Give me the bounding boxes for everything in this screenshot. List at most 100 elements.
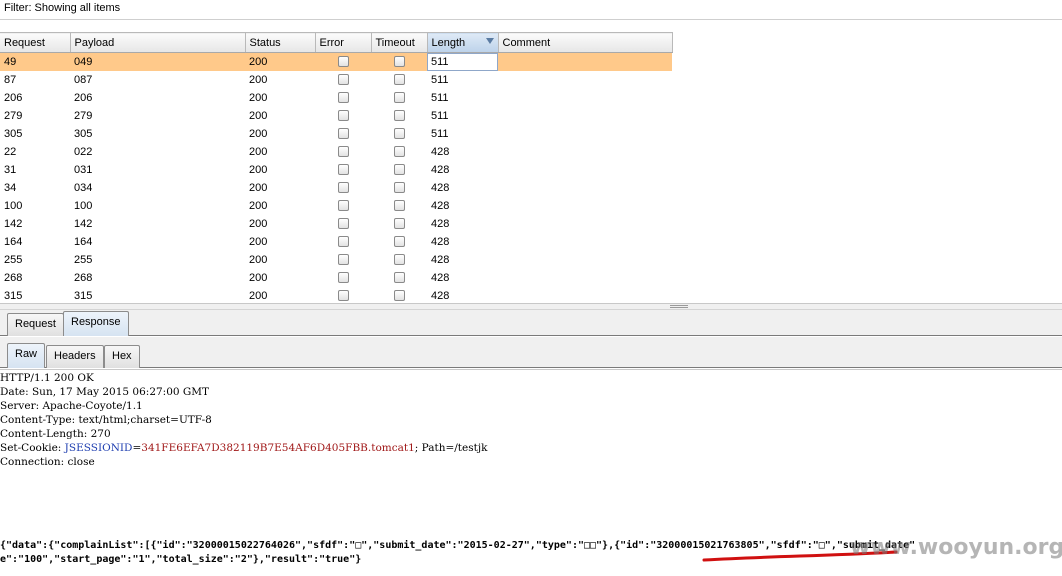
tab-request[interactable]: Request — [7, 313, 64, 336]
tab-response[interactable]: Response — [63, 311, 129, 336]
cell-status: 200 — [249, 199, 268, 212]
table-row[interactable]: 268 268 200 428 — [0, 269, 672, 287]
column-header-length-label: Length — [431, 36, 466, 49]
timeout-checkbox[interactable] — [393, 218, 405, 230]
response-status-line: HTTP/1.1 200 OK — [0, 372, 94, 384]
cell-timeout — [371, 161, 427, 179]
cell-error — [315, 71, 371, 89]
timeout-checkbox[interactable] — [393, 254, 405, 266]
column-header-comment[interactable]: Comment — [498, 32, 673, 53]
timeout-checkbox[interactable] — [393, 110, 405, 122]
timeout-checkbox[interactable] — [393, 182, 405, 194]
cell-timeout — [371, 269, 427, 287]
error-checkbox[interactable] — [337, 74, 349, 86]
tab-headers[interactable]: Headers — [46, 345, 104, 368]
table-row[interactable]: 305 305 200 511 — [0, 125, 672, 143]
cell-status: 200 — [249, 235, 268, 248]
splitter-grip-icon[interactable] — [670, 305, 688, 308]
column-header-length[interactable]: Length — [427, 32, 499, 53]
timeout-checkbox[interactable] — [393, 74, 405, 86]
filter-label: Filter: Showing all items — [4, 2, 121, 14]
cell-status: 200 — [249, 289, 268, 302]
cell-timeout — [371, 143, 427, 161]
timeout-checkbox[interactable] — [393, 146, 405, 158]
column-header-status[interactable]: Status — [245, 32, 316, 53]
error-checkbox[interactable] — [337, 92, 349, 104]
tab-raw[interactable]: Raw — [7, 343, 46, 368]
cell-status: 200 — [249, 253, 268, 266]
cell-request: 31 — [4, 163, 17, 176]
column-header-error[interactable]: Error — [315, 32, 372, 53]
error-checkbox[interactable] — [337, 56, 349, 68]
cell-length: 511 — [431, 109, 449, 122]
table-row[interactable]: 87 087 200 511 — [0, 71, 672, 89]
error-checkbox[interactable] — [337, 128, 349, 140]
table-row[interactable]: 255 255 200 428 — [0, 251, 672, 269]
timeout-checkbox[interactable] — [393, 92, 405, 104]
filter-bar[interactable]: Filter: Showing all items — [0, 0, 1062, 20]
cell-error — [315, 52, 371, 71]
cell-status: 200 — [245, 52, 315, 71]
cell-length: 511 — [431, 91, 449, 104]
error-checkbox[interactable] — [337, 146, 349, 158]
cell-error — [315, 107, 371, 125]
timeout-checkbox[interactable] — [393, 236, 405, 248]
table-row[interactable]: 31 031 200 428 — [0, 161, 672, 179]
tab-hex[interactable]: Hex — [104, 345, 140, 368]
table-row[interactable]: 164 164 200 428 — [0, 233, 672, 251]
table-row[interactable]: 315 315 200 428 — [0, 287, 672, 304]
cell-status: 200 — [249, 91, 268, 104]
table-row[interactable]: 100 100 200 428 — [0, 197, 672, 215]
cell-comment — [498, 269, 672, 287]
table-row[interactable]: 49 049 200 511 — [0, 52, 672, 71]
timeout-checkbox[interactable] — [393, 56, 405, 68]
response-header-set-cookie: Set-Cookie: JSESSIONID=341FE6EFA7D382119… — [0, 441, 487, 455]
cookie-value: 341FE6EFA7D382119B7E54AF6D405FBB.tomcat1 — [141, 442, 415, 454]
timeout-checkbox[interactable] — [393, 128, 405, 140]
timeout-checkbox[interactable] — [393, 200, 405, 212]
cell-status: 200 — [249, 217, 268, 230]
cell-length: 511 — [431, 73, 449, 86]
cell-status: 200 — [249, 271, 268, 284]
error-checkbox[interactable] — [337, 218, 349, 230]
sort-descending-icon — [485, 38, 494, 44]
cell-error — [315, 233, 371, 251]
column-header-request[interactable]: Request — [0, 32, 71, 53]
table-row[interactable]: 206 206 200 511 — [0, 89, 672, 107]
timeout-checkbox[interactable] — [393, 290, 405, 302]
error-checkbox[interactable] — [337, 290, 349, 302]
cell-payload: 034 — [74, 181, 93, 194]
error-checkbox[interactable] — [337, 182, 349, 194]
cell-status: 200 — [249, 109, 268, 122]
column-header-payload[interactable]: Payload — [70, 32, 246, 53]
error-checkbox[interactable] — [337, 200, 349, 212]
cell-request: 279 — [4, 109, 23, 122]
table-row[interactable]: 279 279 200 511 — [0, 107, 672, 125]
cell-error — [315, 215, 371, 233]
timeout-checkbox[interactable] — [393, 164, 405, 176]
cell-payload: 100 — [74, 199, 93, 212]
cookie-prefix: Set-Cookie: — [0, 442, 65, 454]
cell-length: 511 — [431, 127, 449, 140]
cell-payload: 206 — [74, 91, 93, 104]
cell-comment — [498, 125, 672, 143]
cell-error — [315, 269, 371, 287]
error-checkbox[interactable] — [337, 254, 349, 266]
table-row[interactable]: 142 142 200 428 — [0, 215, 672, 233]
table-row[interactable]: 34 034 200 428 — [0, 179, 672, 197]
table-row[interactable]: 22 022 200 428 — [0, 143, 672, 161]
error-checkbox[interactable] — [337, 110, 349, 122]
cell-error — [315, 251, 371, 269]
error-checkbox[interactable] — [337, 164, 349, 176]
column-header-timeout[interactable]: Timeout — [371, 32, 428, 53]
cookie-name: JSESSIONID — [64, 442, 133, 454]
error-checkbox[interactable] — [337, 236, 349, 248]
error-checkbox[interactable] — [337, 272, 349, 284]
cell-comment — [498, 143, 672, 161]
cell-payload: 164 — [74, 235, 93, 248]
timeout-checkbox[interactable] — [393, 272, 405, 284]
cell-payload: 268 — [74, 271, 93, 284]
cookie-equals: = — [132, 442, 142, 454]
cell-request: 164 — [4, 235, 23, 248]
cell-length: 428 — [431, 145, 450, 158]
